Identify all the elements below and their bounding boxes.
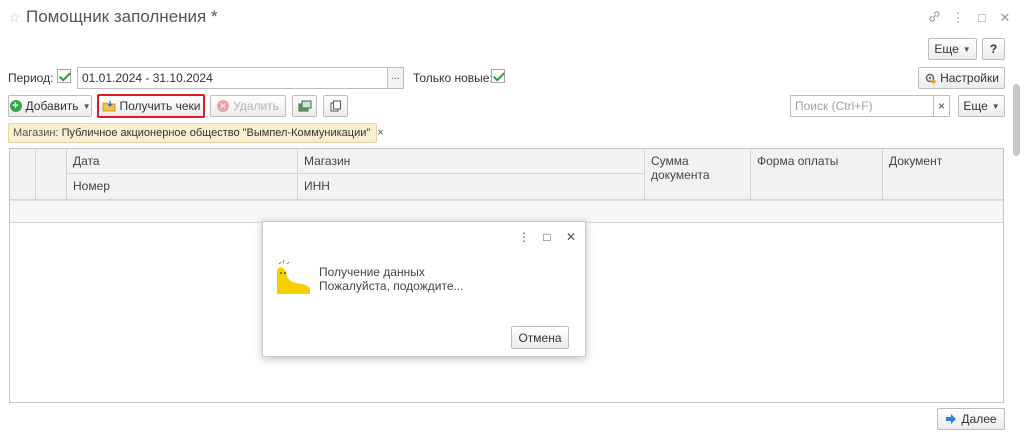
search-input[interactable]: Поиск (Ctrl+F) [790,95,934,117]
get-receipts-button[interactable]: Получить чеки [97,94,205,118]
favorite-star-icon[interactable]: ☆ [8,9,21,26]
header-document[interactable]: Документ [883,149,1003,200]
copy-button[interactable] [323,95,348,117]
delete-label: Удалить [233,99,279,113]
add-plus-icon: + [9,100,22,112]
close-icon[interactable]: ✕ [997,10,1013,26]
add-button[interactable]: + Добавить ▼ [8,95,92,117]
store-filter-tag: Магазин: Публичное акционерное общество … [8,123,384,143]
folder-download-icon [102,101,115,112]
help-label: ? [989,42,998,56]
header-payment[interactable]: Форма оплаты [751,149,883,200]
chevron-down-icon: ▼ [82,101,91,111]
more-vertical-icon[interactable]: ⋮ [517,230,531,244]
loading-dialog: ⋮ □ ✕ Получение данных Пожалуйста, подож… [262,221,586,357]
header-number[interactable]: Номер [67,174,298,200]
get-receipts-label: Получить чеки [119,99,201,113]
period-picker-button[interactable]: ... [388,67,404,89]
only-new-checkbox[interactable] [491,69,505,83]
toolbar-more-button[interactable]: Еще ▼ [958,95,1005,117]
more-vertical-icon[interactable]: ⋮ [950,10,966,26]
loading-mascot-icon [277,259,310,294]
column-icon [36,149,67,200]
header-date[interactable]: Дата [67,149,298,174]
table-row[interactable] [10,200,1003,223]
header-more-label: Еще [934,42,959,56]
toolbar-more-label: Еще [963,99,988,113]
next-button[interactable]: Далее [937,408,1005,430]
header-more-button[interactable]: Еще ▼ [928,38,977,60]
delete-x-icon: ✕ [217,100,230,112]
loading-line-2: Пожалуйста, подождите... [319,279,464,293]
loading-line-1: Получение данных [319,265,425,279]
arrow-right-icon [946,414,957,424]
settings-label: Настройки [940,71,999,85]
help-button[interactable]: ? [982,38,1005,60]
filter-remove-icon[interactable]: × [377,127,383,139]
period-label: Период: [8,71,54,85]
link-icon[interactable] [926,10,942,26]
copy-icon [330,100,341,112]
next-label: Далее [961,412,997,426]
only-new-label: Только новые: [413,71,493,85]
maximize-icon[interactable]: □ [974,10,990,25]
period-input[interactable]: 01.01.2024 - 31.10.2024 [77,67,388,89]
search-clear-button[interactable]: × [934,95,950,117]
cancel-button[interactable]: Отмена [511,326,569,349]
close-icon[interactable]: ✕ [564,230,578,244]
filter-value: Публичное акционерное общество "Вымпел-К… [61,127,371,139]
period-checkbox[interactable] [57,69,71,83]
maximize-icon[interactable]: □ [540,230,554,244]
settings-button[interactable]: Настройки [918,67,1005,89]
header-inn[interactable]: ИНН [298,174,645,200]
settings-gear-icon [925,73,936,84]
title-bar: ☆ Помощник заполнения * ⋮ □ ✕ [0,0,1024,36]
chevron-down-icon: ▼ [991,101,1000,111]
delete-button[interactable]: ✕ Удалить [210,95,286,117]
header-sum[interactable]: Сумма документа [645,149,751,200]
filter-key: Магазин: [13,127,59,139]
vertical-scrollbar[interactable] [1013,84,1020,156]
cancel-label: Отмена [518,330,562,345]
header-store[interactable]: Магазин [298,149,645,174]
add-label: Добавить [25,99,79,113]
column-marker [10,149,36,200]
chevron-down-icon: ▼ [962,44,971,54]
window-title: Помощник заполнения * [26,7,218,26]
post-documents-button[interactable] [292,95,317,117]
loading-message: Получение данных Пожалуйста, подождите..… [319,265,464,293]
documents-stack-icon [298,100,311,112]
